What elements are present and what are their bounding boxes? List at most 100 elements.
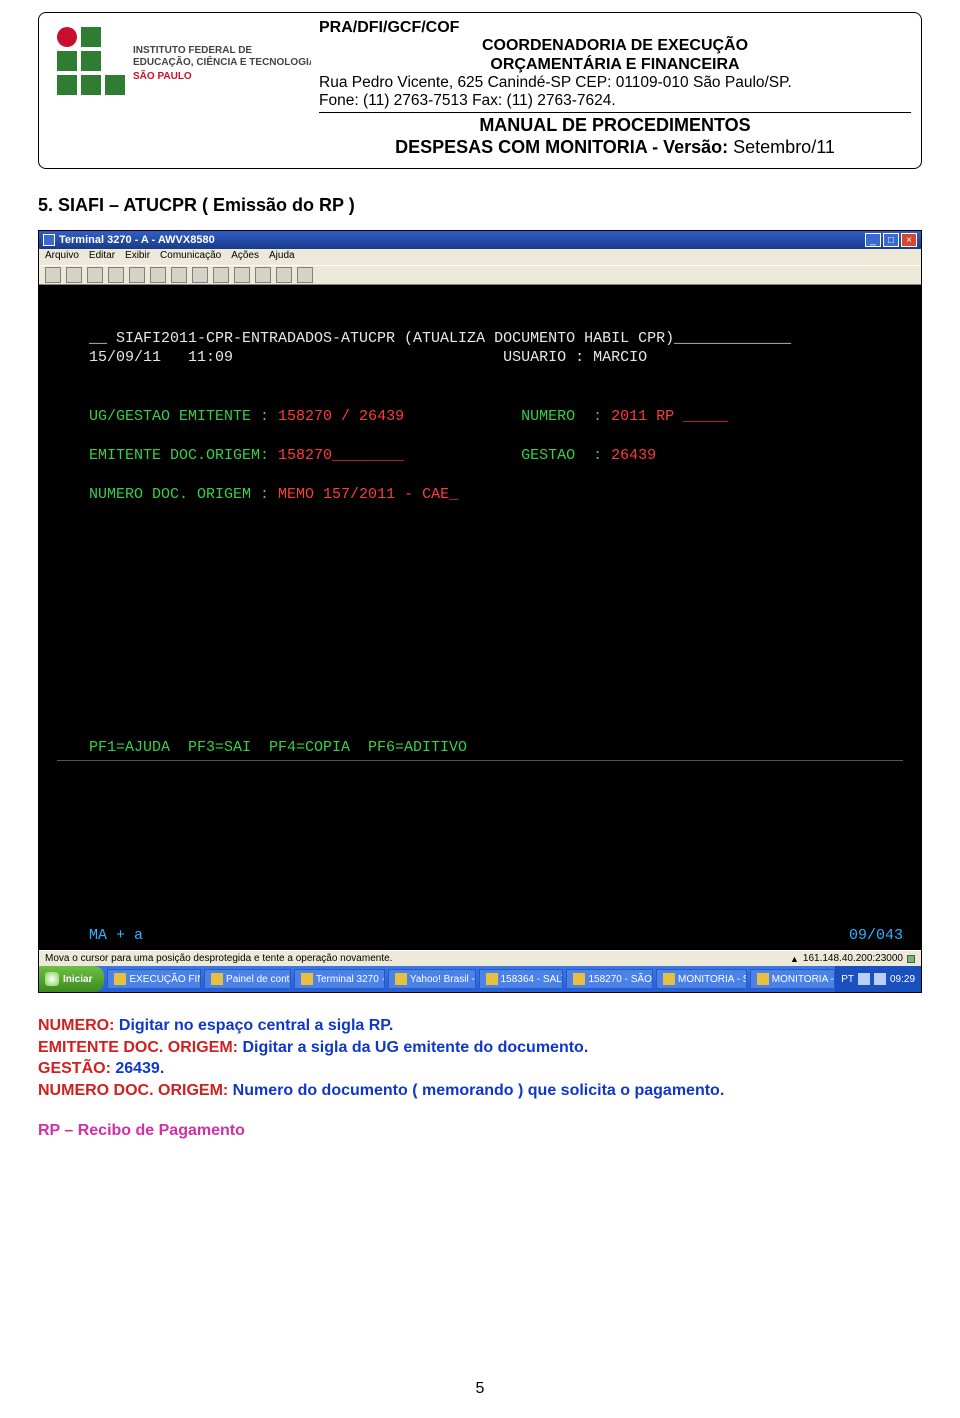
instructions-block: NUMERO: Digitar no espaço central a sigl… — [38, 1015, 922, 1141]
tray-icon[interactable] — [858, 973, 870, 985]
instruction-line: NUMERO: Digitar no espaço central a sigl… — [38, 1015, 922, 1037]
screen-divider — [57, 760, 903, 761]
toolbar-button[interactable] — [171, 267, 187, 283]
gestao-value[interactable]: 26439 — [611, 447, 656, 464]
menu-comunicacao[interactable]: Comunicação — [160, 250, 221, 264]
instruction-line: NUMERO DOC. ORIGEM: Numero do documento … — [38, 1080, 922, 1102]
instruction-line: GESTÃO: 26439. — [38, 1058, 922, 1080]
toolbar-button[interactable] — [45, 267, 61, 283]
app-icon — [663, 973, 675, 985]
app-icon — [43, 234, 55, 246]
taskbar-item[interactable]: 158270 - SÃO … — [566, 969, 653, 989]
label-numdoc: NUMERO DOC. ORIGEM: — [38, 1082, 228, 1099]
taskbar-item-label: MONITORIA - S… — [678, 974, 747, 985]
connection-led-icon — [907, 955, 915, 963]
taskbar-item-label: 158364 - SALTO — [501, 974, 564, 985]
toolbar-button[interactable] — [276, 267, 292, 283]
taskbar-item-label: Yahoo! Brasil - … — [410, 974, 476, 985]
taskbar-item-label: Terminal 3270 - … — [316, 974, 385, 985]
text-gestao: 26439. — [111, 1060, 164, 1077]
message-text: Mova o cursor para uma posição desproteg… — [45, 953, 392, 964]
terminal-status-line: MA + a 09/043 — [39, 925, 921, 950]
dept-path: PRA/DFI/GCF/COF — [319, 19, 911, 37]
scroll-up-icon[interactable]: ▲ — [790, 954, 799, 964]
page-number: 5 — [476, 1380, 485, 1398]
close-button[interactable]: × — [901, 233, 917, 247]
emitente-label: EMITENTE DOC.ORIGEM: — [89, 447, 269, 464]
windows-logo-icon — [45, 972, 59, 986]
app-icon — [486, 973, 498, 985]
coord-line-1: COORDENADORIA DE EXECUÇÃO — [319, 37, 911, 55]
menu-ajuda[interactable]: Ajuda — [269, 250, 295, 264]
instruction-line: EMITENTE DOC. ORIGEM: Digitar a sigla da… — [38, 1037, 922, 1059]
menu-arquivo[interactable]: Arquivo — [45, 250, 79, 264]
numero-value[interactable]: 2011 RP _____ — [611, 408, 728, 425]
toolbar-button[interactable] — [297, 267, 313, 283]
menu-acoes[interactable]: Ações — [231, 250, 259, 264]
windows-taskbar: Iniciar EXECUÇÃO FIN… Painel de contr… T… — [39, 966, 921, 992]
taskbar-item[interactable]: MONITORIA - S… — [656, 969, 747, 989]
numdoc-value[interactable]: MEMO 157/2011 - CAE_ — [278, 486, 458, 503]
app-icon — [395, 973, 407, 985]
app-icon — [757, 973, 769, 985]
text-numero: Digitar no espaço central a sigla RP. — [114, 1017, 393, 1034]
gestao-label: GESTAO : — [521, 447, 602, 464]
tray-icon[interactable] — [874, 973, 886, 985]
terminal-window: Terminal 3270 - A - AWVX8580 _ □ × Arqui… — [38, 230, 922, 993]
ip-address: 161.148.40.200:23000 — [803, 953, 903, 964]
minimize-button[interactable]: _ — [865, 233, 881, 247]
app-icon — [301, 973, 313, 985]
document-header-frame: INSTITUTO FEDERAL DE EDUCAÇÃO, CIÊNCIA E… — [38, 12, 922, 169]
svg-text:INSTITUTO FEDERAL DE: INSTITUTO FEDERAL DE — [133, 45, 252, 56]
header-divider — [319, 112, 911, 113]
address-line: Rua Pedro Vicente, 625 Canindé-SP CEP: 0… — [319, 74, 911, 92]
window-title: Terminal 3270 - A - AWVX8580 — [59, 234, 863, 246]
manual-version: Setembro/11 — [733, 137, 835, 157]
svg-text:SÃO PAULO: SÃO PAULO — [133, 69, 192, 82]
toolbar-button[interactable] — [108, 267, 124, 283]
tray-language[interactable]: PT — [841, 974, 854, 985]
toolbar-button[interactable] — [192, 267, 208, 283]
institution-logo: INSTITUTO FEDERAL DE EDUCAÇÃO, CIÊNCIA E… — [49, 19, 319, 111]
rp-definition: RP – Recibo de Pagamento — [38, 1120, 922, 1142]
window-titlebar[interactable]: Terminal 3270 - A - AWVX8580 _ □ × — [39, 231, 921, 249]
screen-heading: __ SIAFI2011-CPR-ENTRADADOS-ATUCPR (ATUA… — [89, 330, 791, 347]
menu-editar[interactable]: Editar — [89, 250, 115, 264]
ug-gestao-value: 158270 / 26439 — [278, 408, 404, 425]
taskbar-item[interactable]: MONITORIA - … — [750, 969, 835, 989]
taskbar-item[interactable]: Painel de contr… — [204, 969, 291, 989]
taskbar-item[interactable]: EXECUÇÃO FIN… — [107, 969, 201, 989]
system-tray[interactable]: PT 09:29 — [835, 966, 921, 992]
message-bar: Mova o cursor para uma posição desproteg… — [39, 950, 921, 966]
terminal-screen[interactable]: __ SIAFI2011-CPR-ENTRADADOS-ATUCPR (ATUA… — [39, 285, 921, 925]
toolbar-button[interactable] — [129, 267, 145, 283]
usuario-value: MARCIO — [593, 349, 647, 366]
taskbar-item-label: MONITORIA - … — [772, 974, 835, 985]
text-emitente: Digitar a sigla da UG emitente do docume… — [238, 1039, 588, 1056]
label-emitente: EMITENTE DOC. ORIGEM: — [38, 1039, 238, 1056]
label-gestao: GESTÃO: — [38, 1060, 111, 1077]
status-right: 09/043 — [849, 927, 903, 944]
toolbar-button[interactable] — [234, 267, 250, 283]
emitente-value[interactable]: 158270________ — [278, 447, 404, 464]
menu-bar: Arquivo Editar Exibir Comunicação Ações … — [39, 249, 921, 265]
tray-clock[interactable]: 09:29 — [890, 974, 915, 985]
toolbar-button[interactable] — [213, 267, 229, 283]
start-button[interactable]: Iniciar — [39, 966, 104, 992]
status-left: MA + a — [89, 927, 143, 944]
numero-label: NUMERO : — [521, 408, 602, 425]
taskbar-item[interactable]: Yahoo! Brasil - … — [388, 969, 476, 989]
toolbar-button[interactable] — [150, 267, 166, 283]
menu-exibir[interactable]: Exibir — [125, 250, 150, 264]
app-icon — [211, 973, 223, 985]
toolbar-button[interactable] — [255, 267, 271, 283]
taskbar-item[interactable]: Terminal 3270 - … — [294, 969, 385, 989]
svg-text:EDUCAÇÃO, CIÊNCIA E TECNOLOGIA: EDUCAÇÃO, CIÊNCIA E TECNOLOGIA — [133, 55, 311, 68]
app-icon — [114, 973, 126, 985]
numdoc-label: NUMERO DOC. ORIGEM : — [89, 486, 269, 503]
toolbar-button[interactable] — [87, 267, 103, 283]
section-title: 5. SIAFI – ATUCPR ( Emissão do RP ) — [38, 195, 922, 216]
toolbar-button[interactable] — [66, 267, 82, 283]
taskbar-item[interactable]: 158364 - SALTO — [479, 969, 564, 989]
maximize-button[interactable]: □ — [883, 233, 899, 247]
